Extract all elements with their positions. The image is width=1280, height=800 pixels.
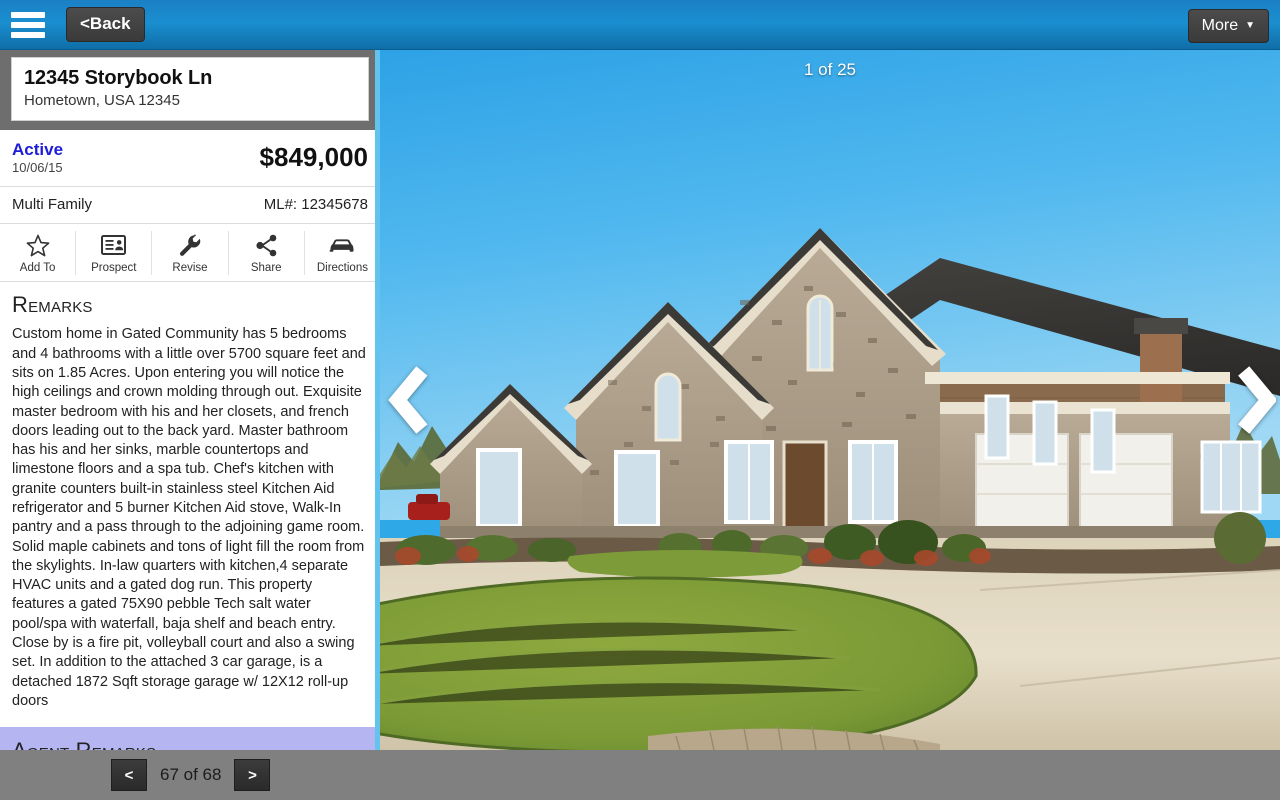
- hamburger-bar: [11, 31, 45, 38]
- action-label: Add To: [19, 262, 56, 275]
- prospect-button[interactable]: Prospect: [76, 231, 153, 276]
- contact-card-icon: [101, 233, 127, 257]
- previous-listing-button[interactable]: <: [111, 759, 147, 791]
- share-button[interactable]: Share: [229, 231, 305, 276]
- remarks-section: Remarks Custom home in Gated Community h…: [0, 282, 380, 719]
- status-date: 10/06/15: [12, 159, 63, 175]
- more-label: More: [1201, 17, 1239, 34]
- property-type: Multi Family: [12, 196, 93, 214]
- directions-button[interactable]: Directions: [305, 231, 380, 275]
- status-badge: Active: [12, 140, 64, 159]
- revise-button[interactable]: Revise: [152, 231, 229, 276]
- remarks-body: Custom home in Gated Community has 5 bed…: [12, 326, 366, 709]
- listing-price: $849,000: [259, 142, 368, 173]
- action-label: Directions: [316, 262, 368, 275]
- agent-remarks-title: Agent Remarks: [12, 738, 368, 750]
- pager: < 67 of 68 >: [111, 759, 271, 791]
- address-city-state-zip: Hometown, USA 12345: [24, 92, 180, 109]
- bottom-pagination-bar: < 67 of 68 >: [0, 750, 1280, 800]
- property-photo-viewer[interactable]: 1 of 25: [380, 50, 1280, 750]
- star-icon: [26, 233, 50, 257]
- share-nodes-icon: [255, 233, 278, 257]
- action-label: Share: [250, 262, 282, 275]
- next-photo-button[interactable]: [1234, 366, 1276, 434]
- address-street: 12345 Storybook Ln: [24, 67, 213, 89]
- more-button[interactable]: More ▼: [1187, 9, 1269, 43]
- chevron-left-icon: [388, 366, 428, 434]
- app-header: <Back More ▼: [0, 0, 1280, 50]
- hamburger-bar: [11, 21, 45, 28]
- action-label: Prospect: [91, 262, 137, 275]
- action-label: Revise: [172, 262, 208, 275]
- car-icon: [328, 233, 356, 257]
- mls-number: ML#: 12345678: [263, 196, 368, 214]
- status-price-row: Active 10/06/15 $849,000: [0, 130, 380, 188]
- add-to-button[interactable]: Add To: [0, 231, 77, 276]
- listing-detail-screen: <Back More ▼ 12345 Storybook Ln Hometown…: [0, 0, 1280, 800]
- listing-info-panel: 12345 Storybook Ln Hometown, USA 12345 A…: [0, 50, 380, 750]
- agent-remarks-section: Agent Remarks Please schedule showings a…: [0, 727, 380, 750]
- address-card: 12345 Storybook Ln Hometown, USA 12345: [11, 57, 369, 121]
- action-toolbar: Add To Prospect Revise Share Directions: [0, 224, 380, 283]
- next-listing-button[interactable]: >: [234, 759, 271, 791]
- chevron-right-icon: [1238, 366, 1276, 434]
- remarks-title: Remarks: [12, 292, 93, 318]
- listing-position-label: 67 of 68: [160, 765, 222, 784]
- hamburger-menu-icon[interactable]: [11, 11, 45, 38]
- property-photo: [380, 50, 1280, 750]
- previous-photo-button[interactable]: [388, 366, 430, 434]
- back-button[interactable]: <Back: [66, 7, 145, 42]
- hamburger-bar: [11, 11, 45, 18]
- wrench-icon: [179, 233, 202, 257]
- status-block: Active 10/06/15: [12, 140, 63, 175]
- property-type-row: Multi Family ML#: 12345678: [0, 187, 380, 225]
- chevron-down-icon: ▼: [1245, 19, 1255, 31]
- address-header: 12345 Storybook Ln Hometown, USA 12345: [0, 50, 380, 130]
